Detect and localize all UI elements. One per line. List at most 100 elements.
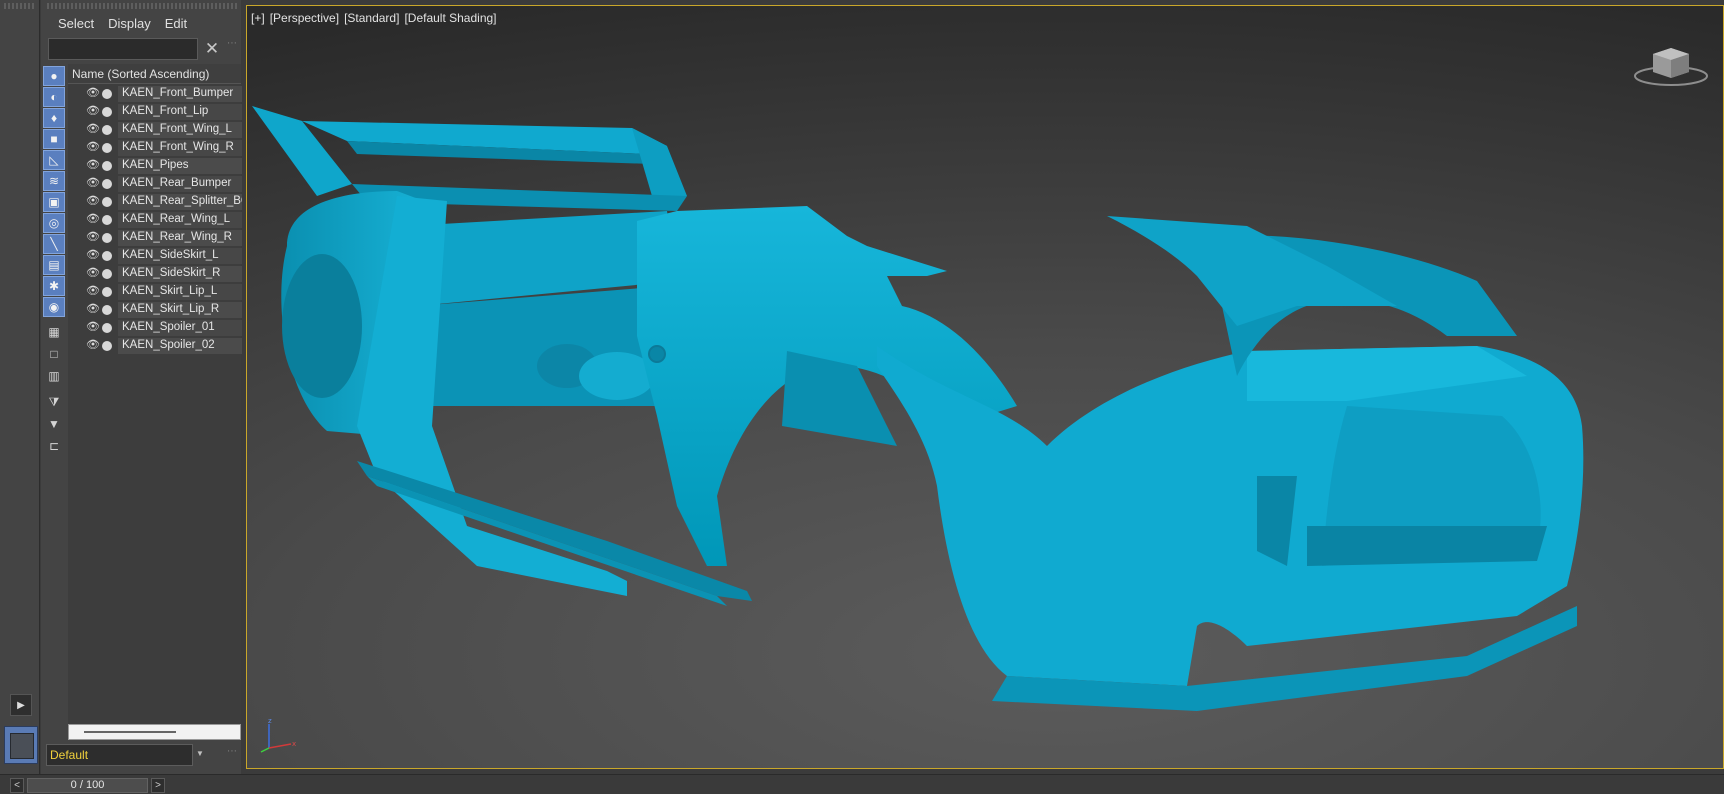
eye-icon[interactable]: 👁 (86, 321, 100, 333)
object-name[interactable]: KAEN_SideSkirt_L (118, 248, 242, 264)
object-name[interactable]: KAEN_Spoiler_02 (118, 338, 242, 354)
eye-icon[interactable]: 👁 (86, 249, 100, 261)
list-item[interactable]: 👁 KAEN_Front_Wing_R (68, 139, 242, 157)
horizontal-scrollbar[interactable] (68, 724, 241, 740)
display-invert-icon[interactable]: ▥ (43, 366, 65, 386)
eye-icon[interactable]: 👁 (86, 159, 100, 171)
chevron-down-icon[interactable]: ▼ (196, 749, 204, 758)
play-icon[interactable]: ▶ (10, 694, 32, 716)
display-frozen-icon[interactable]: ✱ (43, 276, 65, 296)
time-slider[interactable]: 0 / 100 (27, 778, 148, 793)
display-geometry-icon[interactable]: ● (43, 66, 65, 86)
eye-icon[interactable]: 👁 (86, 87, 100, 99)
list-item[interactable]: 👁 KAEN_SideSkirt_R (68, 265, 242, 283)
object-name[interactable]: KAEN_Rear_Bumper (118, 176, 242, 192)
display-hidden-icon[interactable]: ◉ (43, 297, 65, 317)
render-toggle-icon[interactable] (102, 233, 112, 243)
object-name[interactable]: KAEN_Front_Wing_R (118, 140, 242, 156)
filter-icon[interactable]: ▼ (43, 414, 65, 434)
list-item[interactable]: 👁 KAEN_Front_Bumper (68, 85, 242, 103)
list-item[interactable]: 👁 KAEN_Rear_Splitter_BOI (68, 193, 242, 211)
panel-grip[interactable] (47, 3, 237, 9)
display-containers-icon[interactable]: ▤ (43, 255, 65, 275)
name-column-header[interactable]: Name (Sorted Ascending) (68, 64, 241, 84)
object-name[interactable]: KAEN_SideSkirt_R (118, 266, 242, 282)
search-input[interactable] (48, 38, 198, 60)
render-toggle-icon[interactable] (102, 323, 112, 333)
list-item[interactable]: 👁 KAEN_Skirt_Lip_L (68, 283, 242, 301)
render-toggle-icon[interactable] (102, 89, 112, 99)
render-toggle-icon[interactable] (102, 305, 112, 315)
list-item[interactable]: 👁 KAEN_Rear_Wing_L (68, 211, 242, 229)
perspective-viewport[interactable]: [+] [Perspective] [Standard] [Default Sh… (246, 5, 1724, 769)
object-name[interactable]: KAEN_Rear_Wing_R (118, 230, 242, 246)
eye-icon[interactable]: 👁 (86, 339, 100, 351)
display-xrefs-icon[interactable]: ◎ (43, 213, 65, 233)
display-shapes-icon[interactable]: ◐ (43, 87, 65, 107)
eye-icon[interactable]: 👁 (86, 177, 100, 189)
viewport-shading-menu[interactable]: [Default Shading] (404, 11, 496, 25)
render-toggle-icon[interactable] (102, 341, 112, 351)
object-name[interactable]: KAEN_Rear_Wing_L (118, 212, 242, 228)
display-spacewarps-icon[interactable]: ≋ (43, 171, 65, 191)
display-groups-icon[interactable]: ▣ (43, 192, 65, 212)
render-toggle-icon[interactable] (102, 197, 112, 207)
render-toggle-icon[interactable] (102, 179, 112, 189)
render-toggle-icon[interactable] (102, 269, 112, 279)
render-toggle-icon[interactable] (102, 143, 112, 153)
list-item[interactable]: 👁 KAEN_SideSkirt_L (68, 247, 242, 265)
panel-grip[interactable] (4, 3, 36, 9)
render-toggle-icon[interactable] (102, 251, 112, 261)
object-name[interactable]: KAEN_Spoiler_01 (118, 320, 242, 336)
object-name[interactable]: KAEN_Front_Lip (118, 104, 242, 120)
render-toggle-icon[interactable] (102, 287, 112, 297)
list-item[interactable]: 👁 KAEN_Spoiler_02 (68, 337, 242, 355)
eye-icon[interactable]: 👁 (86, 303, 100, 315)
display-lights-icon[interactable]: ♦ (43, 108, 65, 128)
render-toggle-icon[interactable] (102, 107, 112, 117)
render-toggle-icon[interactable] (102, 125, 112, 135)
display-bones-icon[interactable]: ╲ (43, 234, 65, 254)
viewport-layout-button[interactable] (4, 726, 38, 764)
layer-dropdown[interactable]: Default (46, 744, 193, 766)
object-name[interactable]: KAEN_Front_Bumper (118, 86, 242, 102)
viewcube-icon[interactable] (1631, 42, 1711, 88)
eye-icon[interactable]: 👁 (86, 285, 100, 297)
eye-icon[interactable]: 👁 (86, 231, 100, 243)
list-item[interactable]: 👁 KAEN_Rear_Bumper (68, 175, 242, 193)
panel-options-icon[interactable]: ⋯ (227, 746, 237, 757)
object-name[interactable]: KAEN_Front_Wing_L (118, 122, 242, 138)
chevron-right-icon[interactable]: > (151, 778, 165, 793)
eye-icon[interactable]: 👁 (86, 213, 100, 225)
car-bodykit-model[interactable] (247, 6, 1724, 769)
eye-icon[interactable]: 👁 (86, 267, 100, 279)
display-cameras-icon[interactable]: ■ (43, 129, 65, 149)
display-helpers-icon[interactable]: ◺ (43, 150, 65, 170)
viewport-plus-menu[interactable]: [+] (251, 11, 265, 25)
eye-icon[interactable]: 👁 (86, 105, 100, 117)
object-name[interactable]: KAEN_Skirt_Lip_L (118, 284, 242, 300)
menu-select[interactable]: Select (41, 14, 102, 34)
list-item[interactable]: 👁 KAEN_Spoiler_01 (68, 319, 242, 337)
render-toggle-icon[interactable] (102, 161, 112, 171)
object-name[interactable]: KAEN_Skirt_Lip_R (118, 302, 242, 318)
display-all-icon[interactable]: ▦ (43, 322, 65, 342)
panel-options-icon[interactable]: ⋯ (227, 38, 237, 49)
list-item[interactable]: 👁 KAEN_Rear_Wing_R (68, 229, 242, 247)
viewport-standard-menu[interactable]: [Standard] (344, 11, 399, 25)
layer-explorer-icon[interactable]: ⊏ (43, 436, 65, 456)
display-none-icon[interactable]: □ (43, 344, 65, 364)
list-item[interactable]: 👁 KAEN_Front_Lip (68, 103, 242, 121)
render-toggle-icon[interactable] (102, 215, 112, 225)
list-item[interactable]: 👁 KAEN_Pipes (68, 157, 242, 175)
list-item[interactable]: 👁 KAEN_Skirt_Lip_R (68, 301, 242, 319)
eye-icon[interactable]: 👁 (86, 123, 100, 135)
eye-icon[interactable]: 👁 (86, 195, 100, 207)
close-icon[interactable]: ✕ (203, 38, 221, 60)
filter-options-icon[interactable]: ⧩ (43, 392, 65, 412)
viewport-pov-menu[interactable]: [Perspective] (270, 11, 339, 25)
list-item[interactable]: 👁 KAEN_Front_Wing_L (68, 121, 242, 139)
menu-display[interactable]: Display (102, 14, 159, 34)
object-name[interactable]: KAEN_Rear_Splitter_BOI (118, 194, 242, 210)
object-name[interactable]: KAEN_Pipes (118, 158, 242, 174)
